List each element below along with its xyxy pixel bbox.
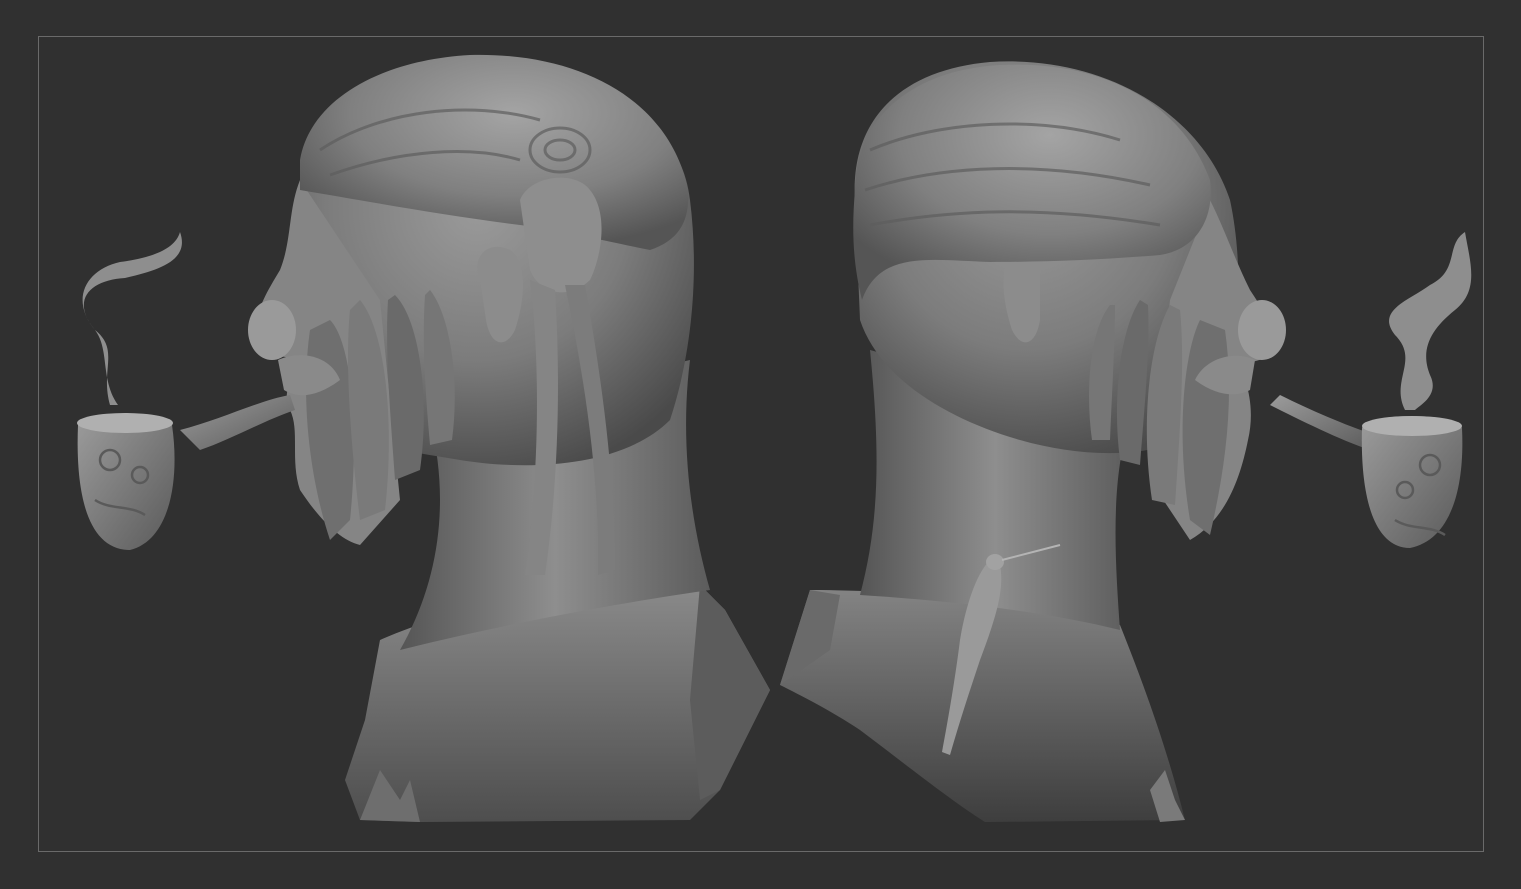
nose-left xyxy=(248,300,296,360)
pipe-right xyxy=(1270,232,1472,548)
smoke-left xyxy=(82,232,182,405)
smoke-right xyxy=(1389,232,1472,410)
head-left-view[interactable] xyxy=(77,54,770,822)
viewport[interactable] xyxy=(0,0,1521,889)
nose-right xyxy=(1238,300,1286,360)
render-scene[interactable] xyxy=(0,0,1521,889)
pipe-left xyxy=(77,232,295,550)
head-right-view[interactable] xyxy=(780,61,1472,822)
